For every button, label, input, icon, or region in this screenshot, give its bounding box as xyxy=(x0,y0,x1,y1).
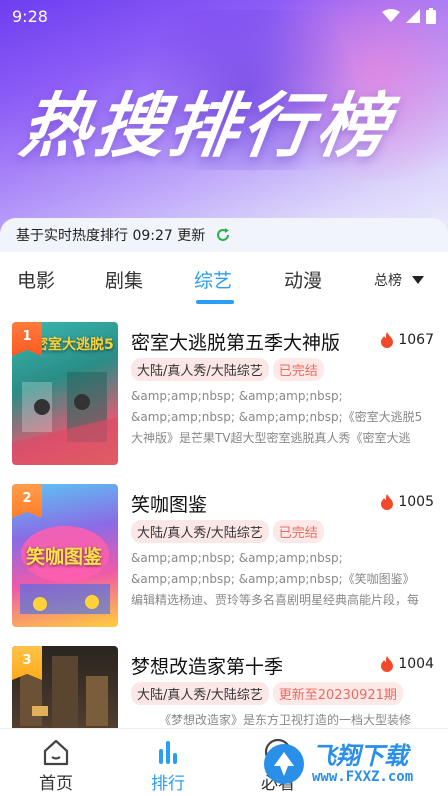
battery-icon xyxy=(426,8,436,24)
nav-home-label: 首页 xyxy=(39,774,73,794)
hot-score: 1067 xyxy=(380,332,434,348)
list-item[interactable]: 笑咖图鉴 2 笑咖图鉴 1005 大陆/真人秀/大陆综艺 已完结 &amp;am… xyxy=(0,470,448,630)
ranking-icon xyxy=(159,741,177,764)
status-bar: 9:28 xyxy=(0,0,448,32)
update-bar: 基于实时热度排行 09:27 更新 xyxy=(0,218,448,252)
poster-caption: 密室大逃脱5 xyxy=(34,337,114,353)
status-badge: 已完结 xyxy=(272,520,324,543)
header-banner: 9:28 热搜排行榜 xyxy=(0,0,448,250)
flame-icon xyxy=(381,494,394,510)
tab-anime[interactable]: 动漫 xyxy=(284,266,322,293)
wifi-icon xyxy=(382,9,400,22)
rank-type-label: 总榜 xyxy=(374,273,402,289)
item-title: 梦想改造家第十季 xyxy=(131,656,284,678)
hot-value: 1067 xyxy=(398,332,434,348)
home-icon xyxy=(43,739,69,766)
refresh-icon[interactable] xyxy=(215,227,231,243)
genre-tag: 大陆/真人秀/大陆综艺 xyxy=(131,358,269,381)
watermark-url: www.FXXZ.com xyxy=(312,769,414,785)
category-tabs: 电影 剧集 综艺 动漫 总榜 xyxy=(0,252,448,308)
item-title: 密室大逃脱第五季大神版 xyxy=(131,332,341,354)
logo-icon xyxy=(264,744,304,784)
ranking-list: 密室大逃脱5 1 密室大逃脱第五季大神版 1067 大陆/真人秀/大陆综艺 已完… xyxy=(0,308,448,728)
tag-row: 大陆/真人秀/大陆综艺 已完结 xyxy=(131,520,324,543)
nav-ranking[interactable]: 排行 xyxy=(128,737,208,794)
list-item[interactable]: 3 梦想改造家第十季 1004 大陆/真人秀/大陆综艺 更新至20230921期… xyxy=(0,632,448,728)
genre-tag: 大陆/真人秀/大陆综艺 xyxy=(131,520,269,543)
nav-home[interactable]: 首页 xyxy=(16,737,96,794)
genre-tag: 大陆/真人秀/大陆综艺 xyxy=(131,682,269,705)
item-description: 《梦想改造家》是东方卫视打造的一档大型装修 xyxy=(159,713,412,727)
tab-movie[interactable]: 电影 xyxy=(17,266,55,293)
tag-row: 大陆/真人秀/大陆综艺 更新至20230921期 xyxy=(131,682,403,705)
triangle-down-icon xyxy=(412,276,424,284)
poster-image: 3 xyxy=(12,646,118,728)
site-watermark: 飞翔下载 www.FXXZ.com xyxy=(262,732,448,796)
item-description: &amp;amp;nbsp; &amp;amp;nbsp; &amp;amp;n… xyxy=(131,389,423,445)
tag-row: 大陆/真人秀/大陆综艺 已完结 xyxy=(131,358,324,381)
hot-value: 1005 xyxy=(398,494,434,510)
rank-type-dropdown[interactable]: 总榜 xyxy=(374,270,424,290)
item-description: &amp;amp;nbsp; &amp;amp;nbsp; &amp;amp;n… xyxy=(131,551,420,607)
hero-title: 热搜排行榜 xyxy=(15,85,397,167)
poster-image: 笑咖图鉴 2 xyxy=(12,484,118,627)
hot-value: 1004 xyxy=(398,656,434,672)
status-badge: 已完结 xyxy=(272,358,324,381)
active-tab-indicator xyxy=(196,300,234,304)
hot-score: 1005 xyxy=(380,494,434,510)
flame-icon xyxy=(381,656,394,672)
tab-series[interactable]: 剧集 xyxy=(105,266,143,293)
status-time: 9:28 xyxy=(12,6,48,26)
cellular-icon xyxy=(406,9,420,23)
watermark-title: 飞翔下载 xyxy=(312,742,408,770)
poster-image: 密室大逃脱5 1 xyxy=(12,322,118,465)
item-title: 笑咖图鉴 xyxy=(131,494,208,516)
nav-ranking-label: 排行 xyxy=(151,774,185,794)
list-item[interactable]: 密室大逃脱5 1 密室大逃脱第五季大神版 1067 大陆/真人秀/大陆综艺 已完… xyxy=(0,308,448,468)
status-badge: 更新至20230921期 xyxy=(272,682,403,705)
tab-variety[interactable]: 综艺 xyxy=(194,266,232,293)
flame-icon xyxy=(381,332,394,348)
poster-caption: 笑咖图鉴 xyxy=(26,546,103,568)
update-text: 基于实时热度排行 09:27 更新 xyxy=(16,228,206,244)
hot-score: 1004 xyxy=(380,656,434,672)
